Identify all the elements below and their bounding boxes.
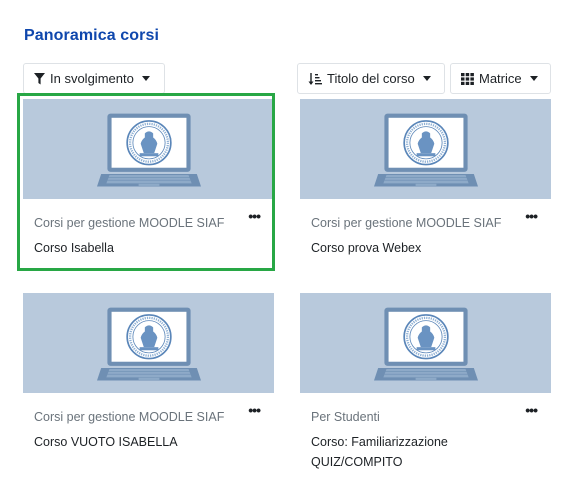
course-actions-menu[interactable]: •••: [525, 209, 538, 223]
chevron-down-icon: [529, 76, 538, 81]
sort-label: Titolo del corso: [327, 71, 415, 86]
sort-dropdown-button[interactable]: Titolo del corso: [297, 63, 445, 94]
course-card[interactable]: Corsi per gestione MOODLE SIAF ••• Corso…: [23, 293, 274, 449]
laptop-icon: [373, 112, 478, 188]
course-actions-menu[interactable]: •••: [248, 209, 261, 223]
grid-icon: [461, 72, 474, 85]
course-image[interactable]: [300, 99, 551, 199]
view-dropdown-button[interactable]: Matrice: [450, 63, 551, 94]
course-image[interactable]: [23, 293, 274, 393]
course-actions-menu[interactable]: •••: [525, 403, 538, 417]
laptop-icon: [96, 306, 201, 382]
course-card[interactable]: Per Studenti ••• Corso: Familiarizzazion…: [300, 293, 551, 469]
sort-alpha-icon: [308, 72, 322, 86]
view-label: Matrice: [479, 71, 522, 86]
course-actions-menu[interactable]: •••: [248, 403, 261, 417]
course-name-link[interactable]: Corso prova Webex: [311, 238, 511, 258]
chevron-down-icon: [141, 76, 150, 81]
filter-icon: [34, 72, 45, 85]
chevron-down-icon: [422, 76, 431, 81]
course-card[interactable]: Corsi per gestione MOODLE SIAF ••• Corso…: [300, 99, 551, 255]
course-card[interactable]: Corsi per gestione MOODLE SIAF ••• Corso…: [23, 99, 274, 255]
course-category: Corsi per gestione MOODLE SIAF: [34, 410, 225, 424]
course-name-link[interactable]: Corso: Familiarizzazione QUIZ/COMPITO: [311, 432, 511, 472]
course-name-link[interactable]: Corso Isabella: [34, 238, 234, 258]
course-category: Corsi per gestione MOODLE SIAF: [34, 216, 225, 230]
course-category: Per Studenti: [311, 410, 380, 424]
laptop-icon: [96, 112, 201, 188]
filter-dropdown-button[interactable]: In svolgimento: [23, 63, 165, 94]
filter-label: In svolgimento: [50, 71, 134, 86]
page-title: Panoramica corsi: [24, 27, 159, 44]
course-image[interactable]: [300, 293, 551, 393]
laptop-icon: [373, 306, 478, 382]
course-category: Corsi per gestione MOODLE SIAF: [311, 216, 502, 230]
course-name-link[interactable]: Corso VUOTO ISABELLA: [34, 432, 234, 452]
course-image[interactable]: [23, 99, 274, 199]
